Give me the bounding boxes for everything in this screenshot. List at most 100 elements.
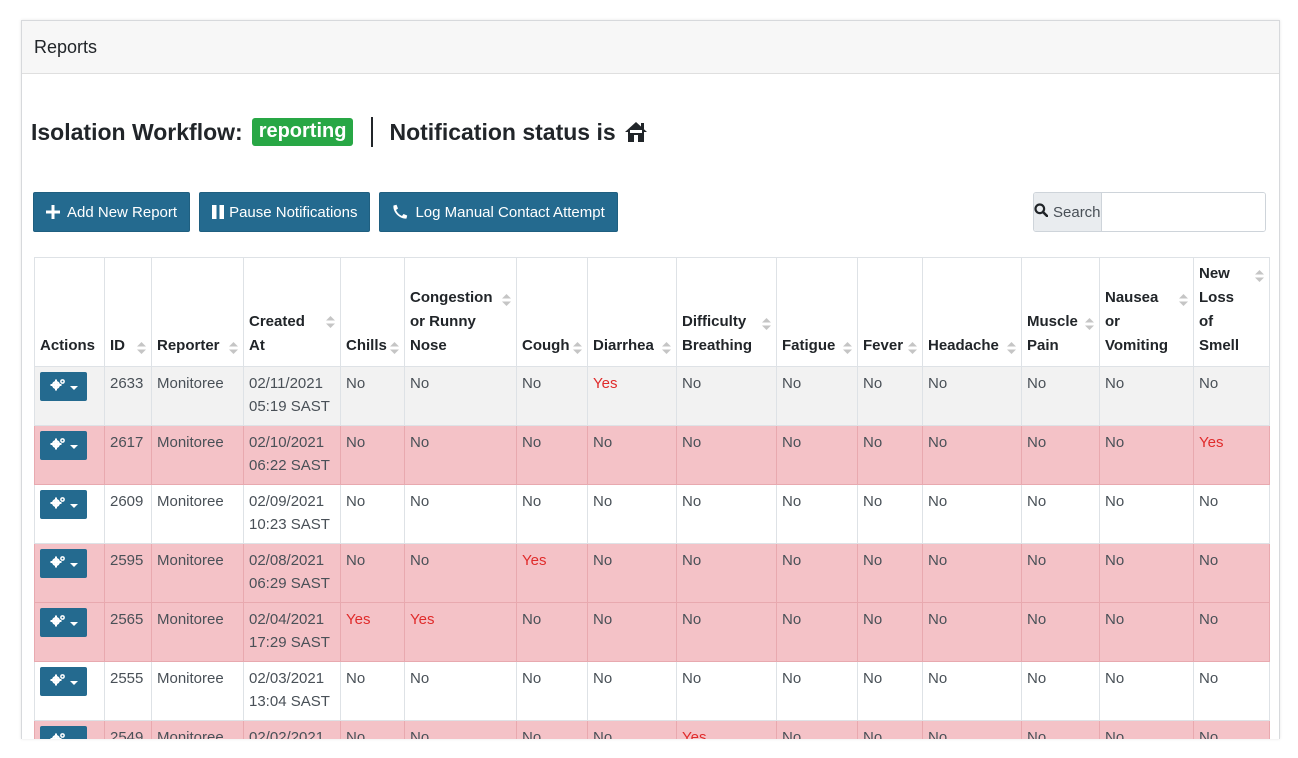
table-row: 2633 Monitoree 02/11/2021 05:19 SAST No No No Y… bbox=[34, 366, 1270, 426]
id-cell: 2595 bbox=[104, 543, 152, 603]
symptom-cell: No bbox=[1193, 543, 1270, 603]
chevron-down-icon bbox=[69, 670, 78, 693]
sort-icon[interactable] bbox=[573, 342, 582, 354]
id-cell: 2555 bbox=[104, 661, 152, 721]
actions-cell bbox=[34, 366, 105, 426]
symptom-cell: No bbox=[404, 425, 517, 485]
search-input[interactable] bbox=[1101, 193, 1265, 231]
header-reporter[interactable]: Reporter bbox=[151, 257, 244, 367]
search-addon: Search bbox=[1034, 193, 1102, 231]
created-at-cell: 02/02/2021 bbox=[243, 720, 341, 739]
symptom-cell: No bbox=[587, 720, 677, 739]
workflow-status-badge: reporting bbox=[251, 118, 354, 146]
sort-icon[interactable] bbox=[843, 342, 852, 354]
chevron-down-icon bbox=[69, 611, 78, 634]
log-manual-contact-label: Log Manual Contact Attempt bbox=[415, 203, 605, 221]
log-manual-contact-button[interactable]: Log Manual Contact Attempt bbox=[379, 192, 618, 232]
gears-icon bbox=[50, 611, 66, 634]
table-header-row: Actions ID Reporter Created At Chills Co… bbox=[34, 257, 1270, 367]
symptom-cell: No bbox=[1021, 366, 1100, 426]
card-title: Reports bbox=[34, 36, 98, 57]
header-new-loss-of-smell[interactable]: New Loss of Smell bbox=[1193, 257, 1270, 367]
sort-icon[interactable] bbox=[137, 342, 146, 354]
add-new-report-label: Add New Report bbox=[67, 203, 178, 221]
table-row: 2555 Monitoree 02/03/2021 13:04 SAST No No No N… bbox=[34, 661, 1270, 721]
chevron-down-icon bbox=[69, 375, 78, 398]
header-chills[interactable]: Chills bbox=[340, 257, 405, 367]
row-actions-button[interactable] bbox=[40, 490, 87, 519]
sort-icon[interactable] bbox=[1085, 318, 1094, 330]
sort-icon[interactable] bbox=[1007, 342, 1016, 354]
sort-icon[interactable] bbox=[390, 342, 399, 354]
sort-icon[interactable] bbox=[1255, 270, 1264, 282]
header-actions: Actions bbox=[34, 257, 105, 367]
row-actions-button[interactable] bbox=[40, 608, 87, 637]
created-date: 02/04/2021 bbox=[249, 611, 325, 628]
row-actions-button[interactable] bbox=[40, 549, 87, 578]
created-at-cell: 02/10/2021 06:22 SAST bbox=[243, 425, 341, 485]
row-actions-button[interactable] bbox=[40, 372, 87, 401]
created-at-cell: 02/09/2021 10:23 SAST bbox=[243, 484, 341, 544]
row-actions-button[interactable] bbox=[40, 431, 87, 460]
symptom-cell: No bbox=[1099, 425, 1194, 485]
chevron-down-icon bbox=[69, 552, 78, 575]
created-at-cell: 02/04/2021 17:29 SAST bbox=[243, 602, 341, 662]
gears-icon bbox=[50, 434, 66, 457]
symptom-cell: No bbox=[776, 543, 858, 603]
table-row: 2617 Monitoree 02/10/2021 06:22 SAST No No No N… bbox=[34, 425, 1270, 485]
header-created-at[interactable]: Created At bbox=[243, 257, 341, 367]
actions-cell bbox=[34, 661, 105, 721]
gears-icon bbox=[50, 670, 66, 693]
heading-divider bbox=[371, 117, 374, 147]
symptom-cell: No bbox=[516, 425, 588, 485]
reporter-cell: Monitoree bbox=[151, 425, 244, 485]
add-new-report-button[interactable]: Add New Report bbox=[33, 192, 191, 232]
chevron-down-icon bbox=[69, 493, 78, 516]
sort-icon[interactable] bbox=[502, 294, 511, 306]
sort-icon[interactable] bbox=[1179, 294, 1188, 306]
sort-icon[interactable] bbox=[908, 342, 917, 354]
created-date: 02/03/2021 bbox=[249, 670, 325, 687]
created-at-cell: 02/11/2021 05:19 SAST bbox=[243, 366, 341, 426]
actions-cell bbox=[34, 720, 105, 739]
reporter-cell: Monitoree bbox=[151, 720, 244, 739]
search-icon bbox=[1034, 203, 1049, 221]
symptom-cell: No bbox=[1021, 484, 1100, 544]
symptom-cell: No bbox=[776, 720, 858, 739]
header-fever[interactable]: Fever bbox=[857, 257, 923, 367]
row-actions-button[interactable] bbox=[40, 667, 87, 696]
gears-icon bbox=[50, 729, 66, 739]
sort-icon[interactable] bbox=[762, 318, 771, 330]
symptom-cell: No bbox=[404, 484, 517, 544]
symptom-cell: No bbox=[340, 484, 405, 544]
header-fatigue[interactable]: Fatigue bbox=[776, 257, 858, 367]
chevron-down-icon bbox=[70, 729, 78, 739]
symptom-cell: No bbox=[1099, 602, 1194, 662]
home-icon bbox=[624, 121, 648, 143]
header-congestion[interactable]: Congestion or Runny Nose bbox=[404, 257, 517, 367]
reports-table: Actions ID Reporter Created At Chills Co… bbox=[34, 257, 1270, 739]
pause-notifications-button[interactable]: Pause Notifications bbox=[199, 192, 371, 232]
header-cough[interactable]: Cough bbox=[516, 257, 588, 367]
sort-icon[interactable] bbox=[229, 342, 238, 354]
header-id[interactable]: ID bbox=[104, 257, 152, 367]
header-muscle-pain[interactable]: Muscle Pain bbox=[1021, 257, 1100, 367]
pause-notifications-label: Pause Notifications bbox=[229, 203, 358, 221]
symptom-cell: No bbox=[340, 425, 405, 485]
symptom-cell: No bbox=[776, 484, 858, 544]
created-date: 02/11/2021 bbox=[249, 375, 323, 392]
row-actions-button[interactable] bbox=[40, 726, 87, 739]
header-difficulty-breathing[interactable]: Difficulty Breathing bbox=[676, 257, 777, 367]
header-nausea[interactable]: Nausea or Vomiting bbox=[1099, 257, 1194, 367]
symptom-cell: No bbox=[1021, 543, 1100, 603]
header-diarrhea[interactable]: Diarrhea bbox=[587, 257, 677, 367]
symptom-cell: No bbox=[1021, 661, 1100, 721]
symptom-cell: No bbox=[676, 661, 777, 721]
phone-icon bbox=[392, 204, 408, 220]
reporter-cell: Monitoree bbox=[151, 602, 244, 662]
header-headache[interactable]: Headache bbox=[922, 257, 1022, 367]
sort-icon[interactable] bbox=[662, 342, 671, 354]
sort-icon[interactable] bbox=[326, 316, 335, 328]
symptom-cell: No bbox=[776, 425, 858, 485]
symptom-cell: No bbox=[776, 366, 858, 426]
